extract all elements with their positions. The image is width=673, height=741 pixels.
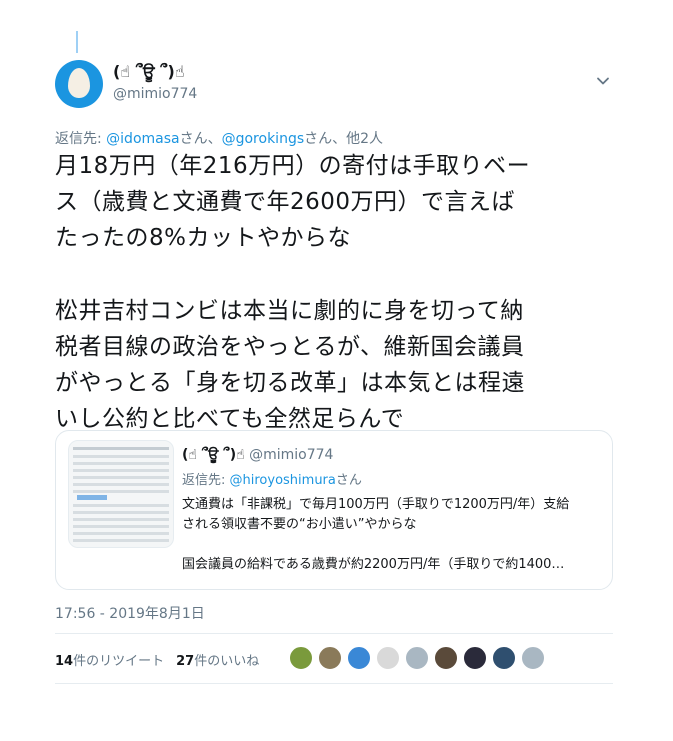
chevron-down-icon[interactable]: [596, 74, 610, 88]
tweet-stats: 14件のリツイート 27件のいいね: [55, 650, 259, 669]
quoted-tweet-text: 文通費は「非課税」で毎月100万円（手取りで1200万円/年）支給 される領収書…: [182, 495, 602, 575]
liker-avatar-4[interactable]: [376, 646, 400, 670]
quoted-tweet-image[interactable]: [68, 440, 174, 548]
tweet-text-line: ス（歳費と文通費で年2600万円）で言えば: [55, 189, 516, 215]
divider: [55, 683, 613, 684]
liker-avatar-9[interactable]: [521, 646, 545, 670]
liker-avatar-2[interactable]: [318, 646, 342, 670]
tweet-text: 月18万円（年216万円）の寄付は手取りベー ス（歳費と文通費で年2600万円）…: [55, 148, 625, 437]
liker-avatar-3[interactable]: [347, 646, 371, 670]
tweet-text-line: 月18万円（年216万円）の寄付は手取りベー: [55, 153, 531, 179]
quoted-reply-suffix: さん: [335, 473, 362, 488]
liker-avatar-7[interactable]: [463, 646, 487, 670]
tweet-timestamp[interactable]: 17:56 - 2019年8月1日: [55, 603, 205, 623]
reply-to-user-gorokings[interactable]: @gorokings: [222, 131, 305, 147]
retweet-stat[interactable]: 14件のリツイート: [55, 654, 164, 669]
quoted-text-line: 国会議員の給料である歳費が約2200万円/年（手取りで約1400…: [182, 557, 565, 572]
quoted-handle: @mimio774: [249, 447, 334, 463]
author-display-name[interactable]: (☝ ՞ਊ ՞)☝: [113, 62, 185, 82]
reply-to-line: 返信先: @idomasaさん、@gorokingsさん、他2人: [55, 128, 383, 148]
liker-avatar-8[interactable]: [492, 646, 516, 670]
like-count: 27: [176, 654, 195, 669]
reply-to-prefix: 返信先:: [55, 131, 107, 147]
tweet-text-line: がやっとる「身を切る改革」は本気とは程遠: [55, 370, 525, 396]
egg-icon: [68, 68, 90, 98]
quoted-text-line: される領収書不要の“お小遣い”やからな: [182, 517, 417, 532]
quoted-reply-user[interactable]: @hiroyoshimura: [230, 473, 336, 488]
like-stat[interactable]: 27件のいいね: [176, 654, 259, 669]
like-label: 件のいいね: [194, 654, 260, 669]
quoted-text-line: 文通費は「非課税」で毎月100万円（手取りで1200万円/年）支給: [182, 497, 570, 512]
quoted-tweet-card[interactable]: (☝ ՞ਊ ՞)☝ @mimio774 返信先: @hiroyoshimuraさ…: [55, 430, 613, 590]
retweet-label: 件のリツイート: [73, 654, 165, 669]
quoted-reply-to: 返信先: @hiroyoshimuraさん: [182, 469, 362, 488]
thread-connector-line: [76, 31, 78, 53]
liker-avatar-5[interactable]: [405, 646, 429, 670]
author-handle[interactable]: @mimio774: [113, 86, 197, 102]
liker-avatar-6[interactable]: [434, 646, 458, 670]
quoted-author[interactable]: (☝ ՞ਊ ՞)☝ @mimio774: [182, 447, 333, 463]
likers-avatars: [289, 646, 545, 670]
liker-avatar-1[interactable]: [289, 646, 313, 670]
reply-to-suffix: さん、他2人: [304, 131, 384, 147]
quoted-reply-prefix: 返信先:: [182, 473, 230, 488]
reply-to-sep: さん、: [179, 131, 222, 147]
quoted-display-name: (☝ ՞ਊ ՞)☝: [182, 447, 245, 463]
reply-to-user-idomasa[interactable]: @idomasa: [106, 131, 179, 147]
author-avatar[interactable]: [55, 60, 103, 108]
tweet-text-line: たったの8%カットやからな: [55, 225, 351, 251]
divider: [55, 633, 613, 634]
tweet-text-line: 税者目線の政治をやっとるが、維新国会議員: [55, 334, 525, 360]
retweet-count: 14: [55, 654, 74, 669]
tweet-text-line: 松井吉村コンビは本当に劇的に身を切って納: [55, 298, 524, 324]
